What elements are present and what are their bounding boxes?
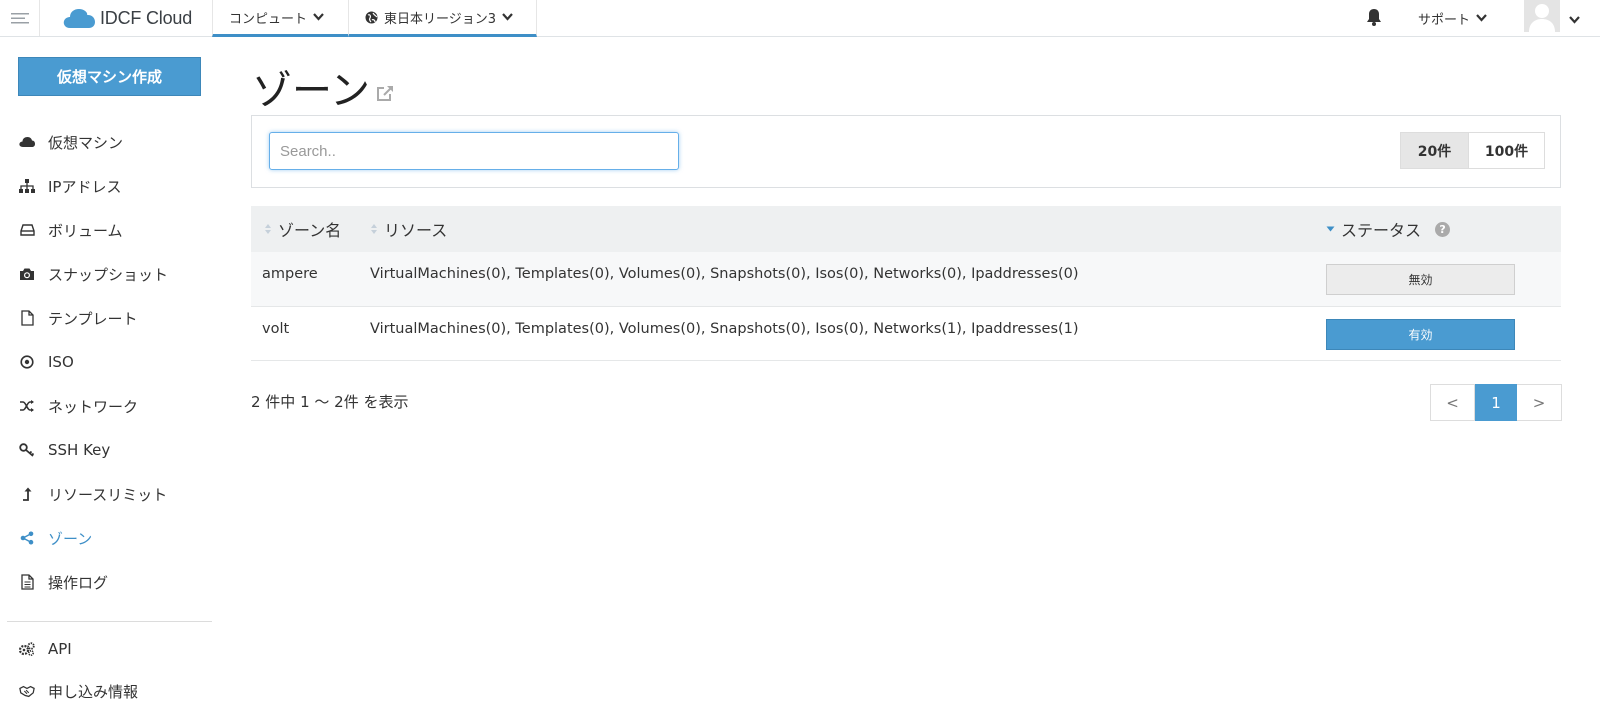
cloud-icon: [19, 134, 35, 150]
sidebar-item-volume[interactable]: ボリューム: [0, 215, 212, 245]
page-size-20-button[interactable]: 20件: [1400, 132, 1469, 169]
sidebar-item-label: SSH Key: [48, 441, 111, 459]
resources-cell: VirtualMachines(0), Templates(0), Volume…: [370, 320, 1079, 337]
table-header-row: ゾーン名 リソース ステータス ?: [251, 206, 1561, 252]
compute-menu-label: コンピュート: [229, 11, 308, 27]
status-badge[interactable]: 無効: [1326, 264, 1515, 295]
disc-icon: [19, 354, 35, 370]
region-menu[interactable]: 東日本リージョン3: [348, 0, 537, 37]
sidebar-item-label: ISO: [48, 353, 74, 371]
sidebar-item-label: ゾーン: [48, 529, 93, 548]
table-row[interactable]: ampere VirtualMachines(0), Templates(0),…: [251, 252, 1561, 307]
column-header-label: ゾーン名: [278, 221, 342, 240]
handshake-icon: [19, 683, 35, 699]
top-bar: IDCF Cloud コンピュート 東日本リージョン3 サポート: [0, 0, 1600, 37]
globe-icon: [365, 11, 378, 23]
sidebar-item-label: リソースリミット: [48, 485, 168, 504]
level-up-icon: [19, 486, 35, 502]
sitemap-icon: [19, 178, 35, 194]
log-file-icon: [19, 574, 35, 590]
zone-table: ゾーン名 リソース ステータス ? ampere VirtualMachines: [251, 206, 1561, 361]
sidebar-item-label: 仮想マシン: [48, 133, 124, 152]
column-header-zone-name[interactable]: ゾーン名: [251, 206, 368, 252]
sort-desc-icon: [1326, 226, 1335, 232]
file-icon: [19, 310, 35, 326]
sidebar-item-template[interactable]: テンプレート: [0, 303, 212, 333]
notifications-button[interactable]: [1366, 8, 1382, 30]
column-header-label: リソース: [384, 221, 448, 240]
pagination-next-button[interactable]: >: [1517, 384, 1562, 421]
sidebar-item-label: スナップショット: [48, 265, 169, 284]
key-icon: [19, 442, 35, 458]
sidebar-item-api[interactable]: API: [0, 634, 212, 664]
sort-icon: [371, 224, 377, 234]
sidebar-item-label: 操作ログ: [48, 573, 109, 592]
chevron-down-icon: [1476, 14, 1487, 22]
zone-name-cell: volt: [262, 320, 290, 337]
sidebar-item-operation-log[interactable]: 操作ログ: [0, 567, 212, 597]
external-link-icon: [377, 86, 393, 101]
sidebar-item-iso[interactable]: ISO: [0, 347, 212, 377]
search-panel: 20件 100件: [251, 115, 1561, 188]
bell-icon: [1367, 9, 1381, 26]
sidebar: 仮想マシン作成 仮想マシン IPアドレス ボリューム スナップショット テンプレ…: [0, 37, 212, 705]
chevron-down-icon: [313, 13, 324, 21]
hamburger-icon: [10, 13, 29, 24]
brand-logo[interactable]: IDCF Cloud: [62, 3, 192, 33]
user-avatar-icon: [1524, 0, 1560, 32]
sidebar-item-snapshot[interactable]: スナップショット: [0, 259, 212, 289]
avatar[interactable]: [1524, 0, 1560, 32]
sidebar-item-label: テンプレート: [48, 309, 138, 328]
compute-menu[interactable]: コンピュート: [212, 0, 348, 37]
column-header-label: ステータス: [1341, 221, 1422, 240]
sidebar-divider: [7, 621, 212, 622]
create-vm-button[interactable]: 仮想マシン作成: [18, 57, 201, 96]
random-icon: [19, 398, 35, 414]
sidebar-item-network[interactable]: ネットワーク: [0, 391, 212, 421]
sidebar-item-label: ネットワーク: [48, 397, 139, 416]
status-badge[interactable]: 有効: [1326, 318, 1515, 350]
external-link-button[interactable]: [376, 85, 394, 106]
sidebar-item-label: API: [48, 640, 72, 658]
chevron-down-icon: [1569, 16, 1580, 24]
chevron-down-icon: [502, 13, 513, 21]
pagination-prev-button[interactable]: <: [1430, 384, 1475, 421]
brand-name: IDCF Cloud: [100, 7, 193, 28]
pagination-page-button[interactable]: 1: [1475, 384, 1517, 421]
search-input[interactable]: [269, 132, 679, 170]
resources-cell: VirtualMachines(0), Templates(0), Volume…: [370, 266, 1079, 282]
user-menu-toggle[interactable]: [1569, 10, 1580, 28]
result-summary: 2 件中 1 〜 2件 を表示: [251, 393, 409, 411]
sidebar-item-label: 申し込み情報: [48, 682, 139, 701]
hdd-icon: [19, 222, 35, 238]
support-menu-label: サポート: [1418, 12, 1471, 28]
share-icon: [19, 530, 35, 546]
sidebar-item-label: IPアドレス: [48, 177, 122, 196]
page-title: ゾーン: [252, 68, 370, 114]
support-menu[interactable]: サポート: [1418, 0, 1487, 36]
sidebar-item-ssh-key[interactable]: SSH Key: [0, 435, 212, 465]
column-header-resource[interactable]: リソース: [368, 206, 1323, 252]
cloud-logo-icon: [63, 8, 95, 28]
menu-toggle-button[interactable]: [0, 0, 40, 36]
sort-icon: [265, 224, 271, 234]
column-header-status[interactable]: ステータス ?: [1323, 206, 1561, 252]
pagination: < 1 >: [1430, 384, 1562, 421]
page-size-toggle: 20件 100件: [1400, 132, 1545, 169]
region-menu-label: 東日本リージョン3: [384, 11, 497, 27]
sidebar-item-ip[interactable]: IPアドレス: [0, 171, 212, 201]
gears-icon: [19, 641, 35, 657]
table-row[interactable]: volt VirtualMachines(0), Templates(0), V…: [251, 306, 1561, 361]
help-icon[interactable]: ?: [1435, 221, 1451, 237]
sidebar-item-label: ボリューム: [48, 221, 123, 240]
zone-name-cell: ampere: [262, 266, 318, 282]
sidebar-item-zone[interactable]: ゾーン: [0, 523, 212, 553]
sidebar-item-subscription[interactable]: 申し込み情報: [0, 676, 212, 705]
sidebar-item-resource-limit[interactable]: リソースリミット: [0, 479, 212, 509]
sidebar-item-vm[interactable]: 仮想マシン: [0, 127, 212, 157]
page-size-100-button[interactable]: 100件: [1469, 132, 1545, 169]
camera-icon: [19, 266, 35, 282]
